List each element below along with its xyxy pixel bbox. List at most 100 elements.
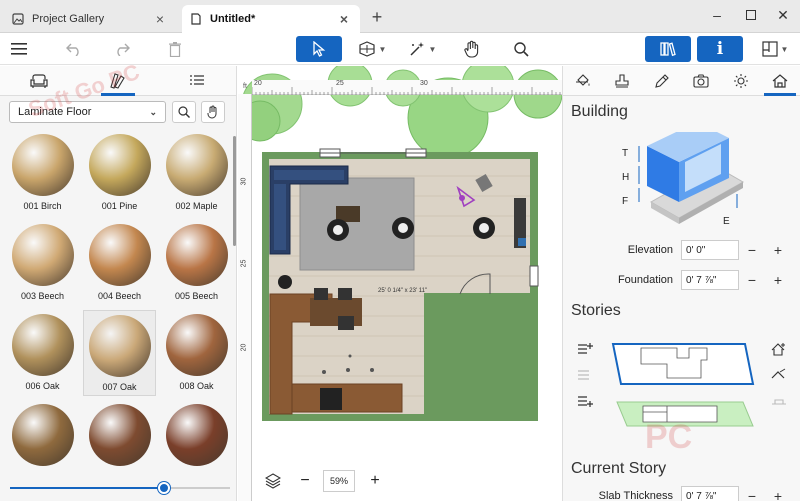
camera-icon[interactable] (689, 69, 713, 93)
pencil-icon[interactable] (650, 69, 674, 93)
material-label: 001 Birch (23, 201, 62, 211)
material-grid: 001 Birch 001 Pine 002 Maple 003 Beech 004 B… (0, 130, 232, 470)
foundation-row: Foundation 0' 7 ⅞" − + (571, 270, 795, 290)
material-swatch (88, 315, 151, 377)
dimension-label: 25' 0 1/4" x 23' 11" (378, 288, 428, 294)
trash-icon[interactable] (164, 36, 186, 62)
tab-label: Project Gallery (32, 13, 105, 25)
info-button[interactable]: i (697, 36, 743, 62)
roof-add-icon[interactable] (769, 340, 789, 358)
material-tile[interactable]: 005 Beech (160, 220, 232, 306)
undo-icon[interactable] (62, 36, 86, 62)
foundation-field[interactable]: 0' 7 ⅞" (681, 270, 739, 290)
maximize-button[interactable] (740, 5, 762, 25)
material-tile[interactable]: 004 Beech (83, 220, 156, 306)
foundation-increment-button[interactable]: + (765, 272, 791, 288)
zoom-level[interactable]: 59% (323, 470, 355, 492)
material-tile[interactable]: 001 Birch (6, 130, 79, 216)
redo-icon[interactable] (110, 36, 134, 62)
slab-decrement-button[interactable]: − (739, 488, 765, 501)
roof-edit-icon[interactable] (769, 366, 789, 384)
zoom-in-button[interactable]: + (364, 470, 386, 492)
view-options-button[interactable]: ▼ (755, 36, 795, 62)
current-story-heading: Current Story (571, 460, 667, 477)
tab-list[interactable] (157, 66, 236, 95)
material-tile[interactable]: 011 Nut (160, 400, 232, 470)
close-window-button[interactable]: ✕ (772, 5, 794, 25)
material-label: 001 Pine (101, 201, 138, 211)
material-tile[interactable]: 008 Oak (160, 310, 232, 396)
material-tile[interactable]: 003 Beech (6, 220, 79, 306)
sun-icon[interactable] (729, 69, 753, 93)
elevation-row: Elevation 0' 0" − + (571, 240, 795, 260)
magic-tool-button[interactable]: ▼ (404, 36, 440, 62)
select-tool-button[interactable] (296, 36, 342, 62)
material-tile[interactable]: 002 Maple (160, 130, 232, 216)
material-label: 006 Oak (25, 381, 60, 391)
material-label: 004 Beech (97, 291, 142, 301)
build-tool-button[interactable]: ▼ (354, 36, 390, 62)
slider-knob[interactable] (158, 482, 170, 494)
document-icon (190, 13, 202, 25)
watermark-pc: PC (645, 418, 693, 456)
elevation-field[interactable]: 0' 0" (681, 240, 739, 260)
minimize-button[interactable]: – (706, 5, 728, 25)
material-tile[interactable]: 010 Nut (83, 400, 156, 470)
info-icon: i (716, 39, 724, 59)
left-panel: Laminate Floor ⌄ 001 Birch 001 Pine 002 Map… (0, 66, 237, 501)
material-swatch (165, 134, 228, 196)
pan-hand-icon[interactable] (460, 36, 484, 62)
ruler-vertical: 30 25 20 (238, 94, 252, 501)
building-icon[interactable] (764, 69, 797, 96)
diagram-label-t: T (622, 148, 629, 159)
elevation-increment-button[interactable]: + (765, 242, 791, 258)
material-search-button[interactable] (172, 101, 196, 123)
right-panel-tabs (563, 66, 800, 96)
list-icon (189, 74, 204, 85)
material-swatch (88, 134, 151, 196)
diagram-label-h: H (622, 172, 630, 183)
thumbnail-size-slider[interactable] (10, 481, 230, 495)
material-swatch (11, 134, 74, 196)
slab-increment-button[interactable]: + (765, 488, 791, 501)
wall-icon (358, 41, 375, 57)
building-diagram (638, 132, 745, 224)
tab-label: Untitled* (210, 13, 256, 25)
add-story-below-icon[interactable] (575, 392, 595, 410)
material-tile[interactable]: 009 Oak (6, 400, 79, 470)
hamburger-menu-icon[interactable] (8, 36, 30, 62)
roof-delete-icon[interactable] (769, 392, 789, 410)
zoom-out-button[interactable]: − (294, 470, 316, 492)
close-icon[interactable]: × (336, 11, 352, 27)
main-toolbar: ▼ ▼ i ▼ (0, 33, 800, 65)
app-window: Project Gallery × Untitled* × + – ✕ ▼ ▼ … (0, 0, 800, 501)
material-picker-button[interactable] (201, 101, 225, 123)
material-scrollbar[interactable] (233, 136, 236, 246)
slab-thickness-field[interactable]: 0' 7 ⅞" (681, 486, 739, 501)
material-tile[interactable]: 006 Oak (6, 310, 79, 396)
tab-project-gallery[interactable]: Project Gallery × (4, 5, 176, 33)
new-tab-button[interactable]: + (368, 7, 386, 28)
foundation-decrement-button[interactable]: − (739, 272, 765, 288)
cursor-icon (313, 41, 326, 57)
ruler-horizontal: 20 25 30 (252, 80, 562, 95)
ruler-left-label: 20 (240, 343, 248, 352)
foundation-label: Foundation (617, 274, 673, 286)
ruler-top-label: 20 (254, 80, 262, 87)
material-tile[interactable]: 001 Pine (83, 130, 156, 216)
add-story-above-icon[interactable] (575, 340, 595, 358)
layers-icon[interactable] (262, 470, 284, 492)
slab-thickness-row: Slab Thickness 0' 7 ⅞" − + (571, 486, 795, 501)
stamp-icon[interactable] (610, 69, 634, 93)
close-icon[interactable]: × (152, 11, 168, 27)
elevation-decrement-button[interactable]: − (739, 242, 765, 258)
search-icon[interactable] (510, 36, 532, 62)
material-tile[interactable]: 007 Oak (83, 310, 156, 396)
paint-bucket-icon[interactable] (571, 69, 595, 93)
story-list-icon[interactable] (575, 366, 595, 384)
tab-untitled[interactable]: Untitled* × (182, 5, 360, 33)
ruler-left-label: 25 (240, 259, 248, 268)
plan-canvas[interactable]: 25' 0 1/4" x 23' 11" 20 25 30 ft 30 25 2… (238, 66, 562, 501)
library-button[interactable] (645, 36, 691, 62)
stories-heading: Stories (571, 302, 621, 319)
